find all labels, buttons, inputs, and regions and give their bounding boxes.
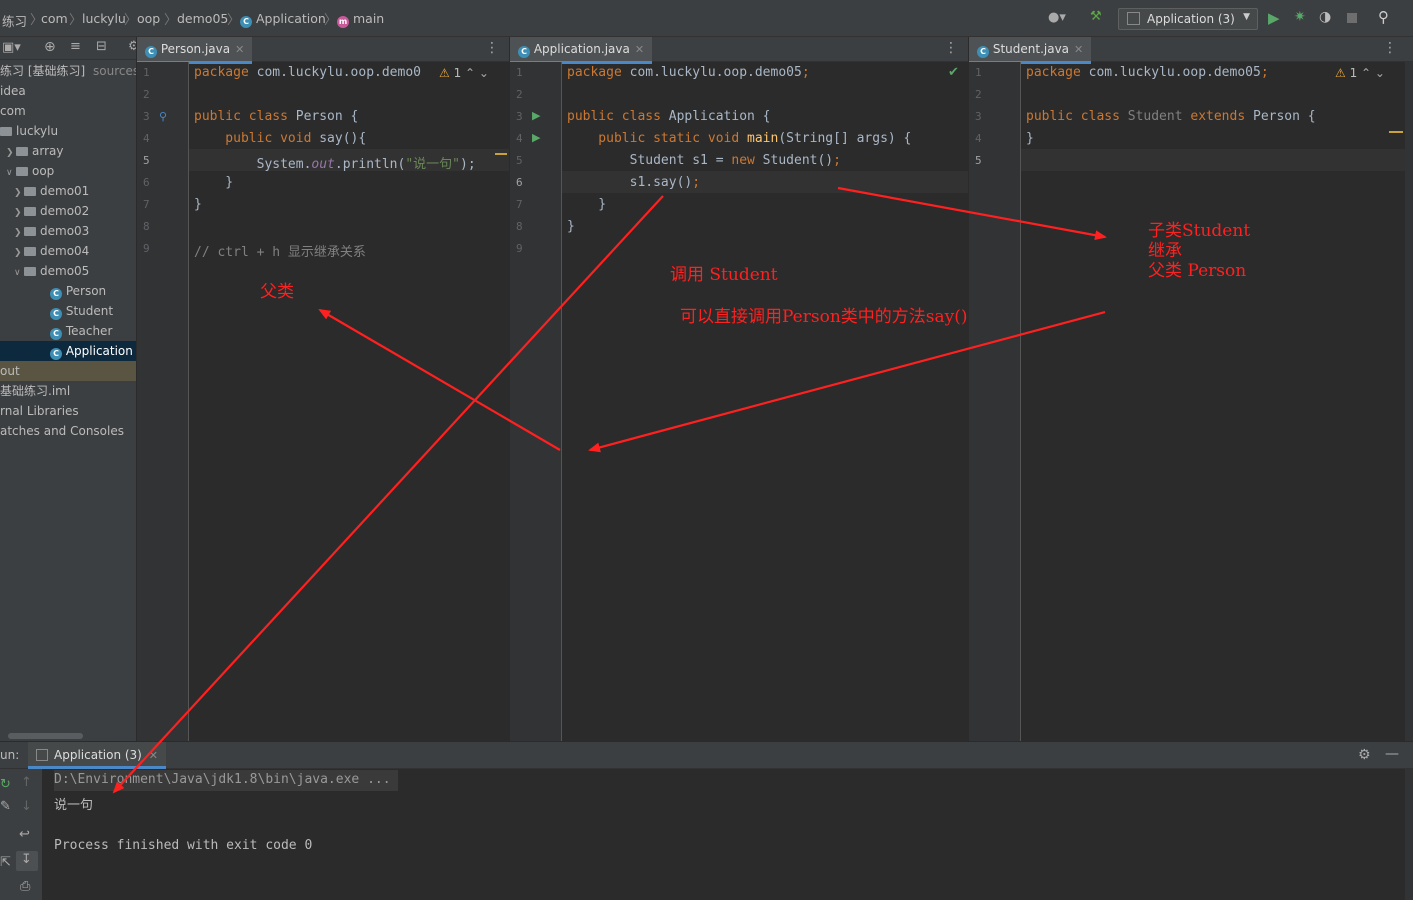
arrow-to-console [112,195,664,794]
arrow-to-parent [318,308,561,451]
arrow-to-student [837,186,1107,241]
annotation-inherit-3: 父类 Person [1148,261,1247,281]
annotation-call-student: 调用 Student [670,265,778,285]
arrow-from-student [588,310,1106,453]
annotation-arrows [112,186,1107,794]
annotation-inherit-2: 继承 [1148,241,1182,261]
annotation-parent-class: 父类 [260,282,294,302]
annotation-call-method: 可以直接调用Person类中的方法say() [680,307,968,327]
annotation-inherit-1: 子类Student [1148,221,1251,241]
